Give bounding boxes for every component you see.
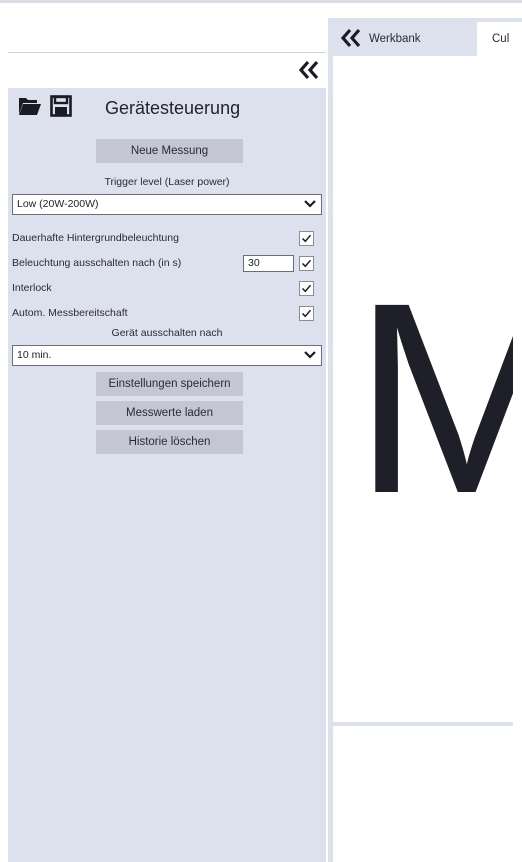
shutdown-label: Gerät ausschalten nach bbox=[111, 327, 223, 339]
collapse-tabs-button[interactable] bbox=[338, 25, 364, 51]
auto-ready-label: Autom. Messbereitschaft bbox=[12, 307, 128, 319]
light-off-checkbox[interactable] bbox=[299, 256, 314, 271]
auto-ready-checkbox[interactable] bbox=[299, 306, 314, 321]
window-top-border bbox=[0, 0, 522, 3]
save-button[interactable] bbox=[50, 94, 72, 122]
trigger-level-select[interactable]: Low (20W-200W) bbox=[12, 194, 322, 215]
load-values-button[interactable]: Messwerte laden bbox=[96, 401, 243, 425]
shutdown-value: 10 min. bbox=[17, 349, 52, 361]
option-row-interlock: Interlock bbox=[8, 280, 326, 298]
light-off-seconds-input[interactable]: 30 bbox=[243, 255, 294, 272]
shutdown-select[interactable]: 10 min. bbox=[12, 345, 322, 366]
content-bottom-divider bbox=[333, 722, 513, 726]
save-settings-button[interactable]: Einstellungen speichern bbox=[96, 372, 243, 396]
light-off-label: Beleuchtung ausschalten nach (in s) bbox=[12, 257, 182, 269]
backlight-label: Dauerhafte Hintergrundbeleuchtung bbox=[12, 232, 179, 244]
panel-toolbar bbox=[18, 94, 72, 122]
double-chevron-left-icon bbox=[298, 60, 319, 80]
collapse-panel-button[interactable] bbox=[296, 57, 322, 83]
open-button[interactable] bbox=[18, 95, 42, 122]
panel-title: Gerätesteuerung bbox=[105, 98, 241, 118]
checkmark-icon bbox=[301, 284, 312, 293]
chevron-down-icon bbox=[304, 200, 316, 208]
tab-bar: Werkbank Cul bbox=[333, 18, 522, 56]
new-measurement-button[interactable]: Neue Messung bbox=[96, 139, 243, 163]
checkmark-icon bbox=[301, 259, 312, 268]
option-row-auto-ready: Autom. Messbereitschaft bbox=[8, 305, 326, 323]
trigger-level-label: Trigger level (Laser power) bbox=[104, 176, 230, 188]
interlock-checkbox[interactable] bbox=[299, 281, 314, 296]
option-row-backlight: Dauerhafte Hintergrundbeleuchtung bbox=[8, 230, 326, 248]
device-control-panel: Gerätesteuerung Neue Messung Trigger lev… bbox=[8, 88, 326, 862]
interlock-label: Interlock bbox=[12, 282, 52, 294]
checkmark-icon bbox=[301, 309, 312, 318]
chevron-down-icon bbox=[304, 351, 316, 359]
main-content-area: M bbox=[333, 56, 513, 722]
save-icon bbox=[50, 94, 72, 117]
trigger-level-value: Low (20W-200W) bbox=[17, 198, 99, 210]
folder-open-icon bbox=[19, 97, 41, 115]
large-display-text: M bbox=[353, 246, 513, 550]
tab-werkbank[interactable]: Werkbank bbox=[369, 33, 421, 45]
checkmark-icon bbox=[301, 234, 312, 243]
tab-cul-label: Cul bbox=[492, 33, 510, 45]
option-row-light-off: Beleuchtung ausschalten nach (in s) 30 bbox=[8, 255, 326, 273]
clear-history-button[interactable]: Historie löschen bbox=[96, 430, 243, 454]
double-chevron-left-icon bbox=[340, 28, 361, 48]
backlight-checkbox[interactable] bbox=[299, 231, 314, 246]
tab-cul[interactable]: Cul bbox=[477, 22, 522, 56]
panel-header-divider bbox=[8, 52, 326, 53]
